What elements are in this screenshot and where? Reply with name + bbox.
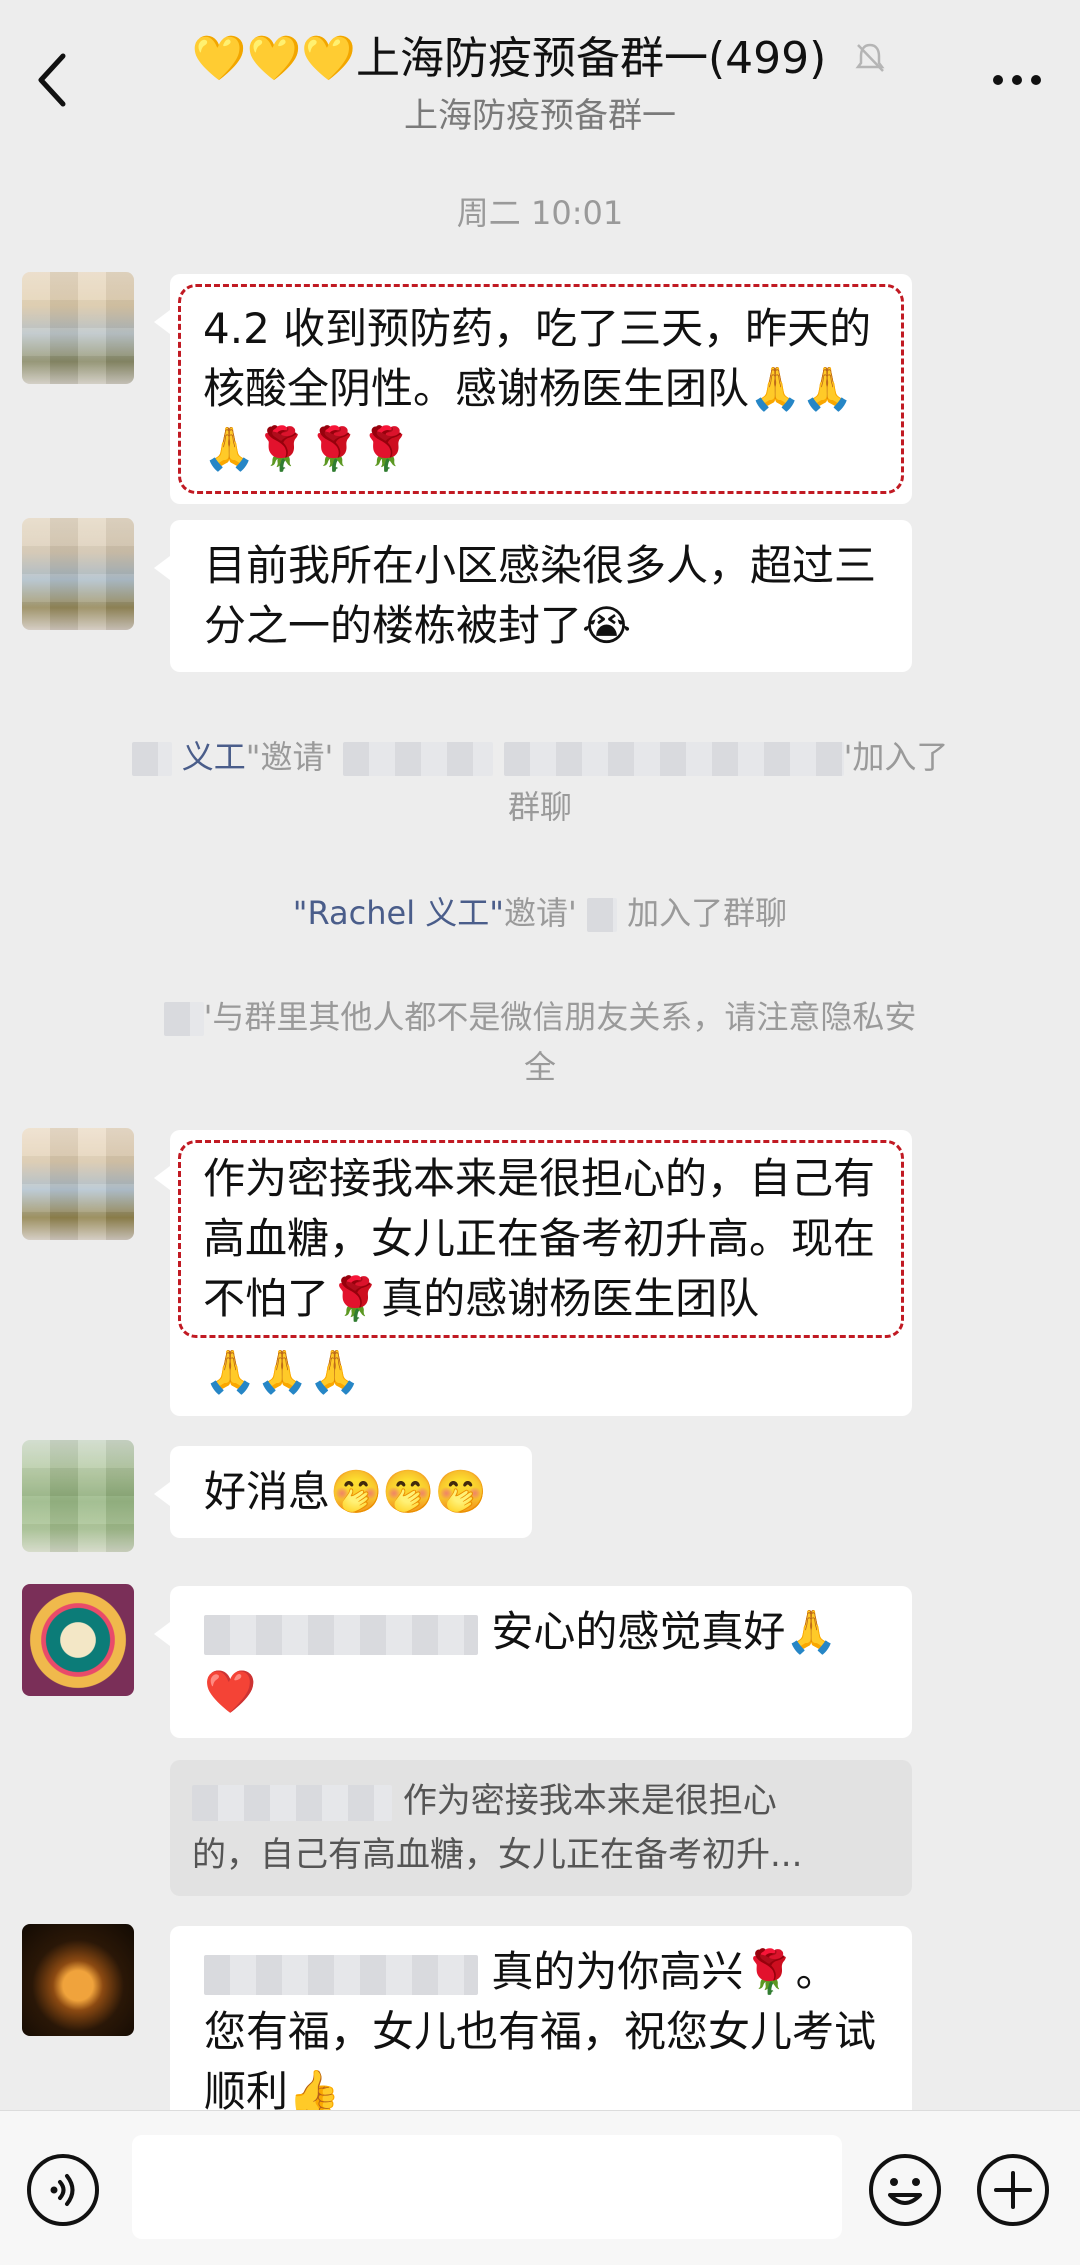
- quote-text: 的，自己有高血糖，女儿正在备考初升...: [192, 1835, 803, 1875]
- system-message: 义工"邀请' '加入了 群聊: [80, 732, 1000, 832]
- quote-text: 作为密接我本来是很担心: [402, 1781, 777, 1821]
- avatar[interactable]: [22, 1924, 134, 2036]
- chat-title: 💛💛💛上海防疫预备群一(499): [0, 22, 1080, 87]
- avatar[interactable]: [22, 272, 134, 384]
- message-bubble[interactable]: 好消息🤭🤭🤭: [154, 1446, 532, 1538]
- message-text: 目前我所在小区感染很多人，超过三分之一的楼栋被封了😭: [204, 541, 877, 650]
- highlight-box: 作为密接我本来是很担心的，自己有高血糖，女儿正在备考初升高。现在不怕了🌹真的感谢…: [178, 1140, 904, 1338]
- blurred-mention: [204, 1954, 478, 1995]
- inviter-name[interactable]: 义工: [182, 738, 246, 776]
- more-button[interactable]: [982, 50, 1052, 110]
- avatar[interactable]: [22, 1128, 134, 1240]
- plus-button[interactable]: [974, 2151, 1052, 2229]
- avatar[interactable]: [22, 518, 134, 630]
- timestamp: 周二 10:01: [456, 194, 624, 232]
- highlight-box: 4.2 收到预防药，吃了三天，昨天的核酸全阴性。感谢杨医生团队🙏🙏🙏🌹🌹🌹: [178, 284, 904, 494]
- inviter-name[interactable]: "Rachel 义工": [293, 894, 504, 932]
- emoji-button[interactable]: [866, 2151, 944, 2229]
- blurred-name: [587, 898, 617, 932]
- system-message: "Rachel 义工"邀请' 加入了群聊: [80, 888, 1000, 938]
- mute-bell-icon: [852, 36, 888, 87]
- blurred-name: [131, 742, 172, 776]
- emoji-icon: [869, 2154, 941, 2226]
- message-bubble[interactable]: 4.2 收到预防药，吃了三天，昨天的核酸全阴性。感谢杨医生团队🙏🙏🙏🌹🌹🌹: [154, 274, 912, 504]
- voice-icon: [27, 2154, 99, 2226]
- message-bubble[interactable]: 安心的感觉真好🙏 ❤️: [154, 1586, 912, 1738]
- system-text: 群聊: [507, 788, 572, 826]
- system-text: "邀请': [245, 738, 334, 776]
- message-text: 好消息🤭🤭🤭: [204, 1467, 487, 1516]
- message-emoji: ❤️: [204, 1667, 257, 1716]
- blurred-name: [192, 1784, 392, 1821]
- message-bubble[interactable]: 作为密接我本来是很担心的，自己有高血糖，女儿正在备考初升高。现在不怕了🌹真的感谢…: [154, 1130, 912, 1416]
- blurred-name: [163, 1002, 204, 1036]
- message-list[interactable]: 周二 10:01 4.2 收到预防药，吃了三天，昨天的核酸全阴性。感谢杨医生团队…: [0, 150, 1080, 2110]
- system-text: '与群里其他人都不是微信朋友关系，请注意隐私安: [203, 998, 917, 1036]
- message-text: 4.2 收到预防药，吃了三天，昨天的核酸全阴性。感谢杨医生团队🙏🙏🙏🌹🌹🌹: [203, 304, 872, 473]
- message-emoji: 🙏🙏🙏: [204, 1347, 361, 1396]
- system-text: 加入了群聊: [627, 894, 788, 932]
- system-text: '加入了: [843, 738, 949, 776]
- message-text: 安心的感觉真好🙏: [491, 1607, 838, 1656]
- message-bubble[interactable]: 目前我所在小区感染很多人，超过三分之一的楼栋被封了😭: [154, 520, 912, 672]
- message-bubble[interactable]: 真的为你高兴🌹。您有福，女儿也有福，祝您女儿考试顺利👍: [170, 1926, 912, 2110]
- message-input[interactable]: [132, 2135, 842, 2239]
- chat-header: 💛💛💛上海防疫预备群一(499) 上海防疫预备群一: [0, 0, 1080, 150]
- blurred-name: [343, 742, 494, 776]
- input-bar: [0, 2110, 1080, 2265]
- privacy-notice: '与群里其他人都不是微信朋友关系，请注意隐私安 全: [80, 992, 1000, 1092]
- system-text: 全: [523, 1048, 556, 1086]
- group-name: 上海防疫预备群一(499): [356, 33, 827, 84]
- voice-button[interactable]: [24, 2151, 102, 2229]
- avatar[interactable]: [22, 1440, 134, 1552]
- blurred-mention: [204, 1614, 478, 1655]
- blurred-name: [503, 742, 844, 776]
- title-hearts: 💛💛💛: [191, 33, 357, 84]
- message-text: 作为密接我本来是很担心的，自己有高血糖，女儿正在备考初升高。现在不怕了🌹真的感谢…: [203, 1154, 876, 1323]
- avatar[interactable]: [22, 1584, 134, 1696]
- plus-icon: [977, 2154, 1049, 2226]
- system-text: 邀请': [504, 894, 577, 932]
- more-icon: [993, 75, 1041, 85]
- chat-subtitle: 上海防疫预备群一: [404, 96, 676, 136]
- quoted-message[interactable]: 作为密接我本来是很担心 的，自己有高血糖，女儿正在备考初升...: [170, 1760, 912, 1896]
